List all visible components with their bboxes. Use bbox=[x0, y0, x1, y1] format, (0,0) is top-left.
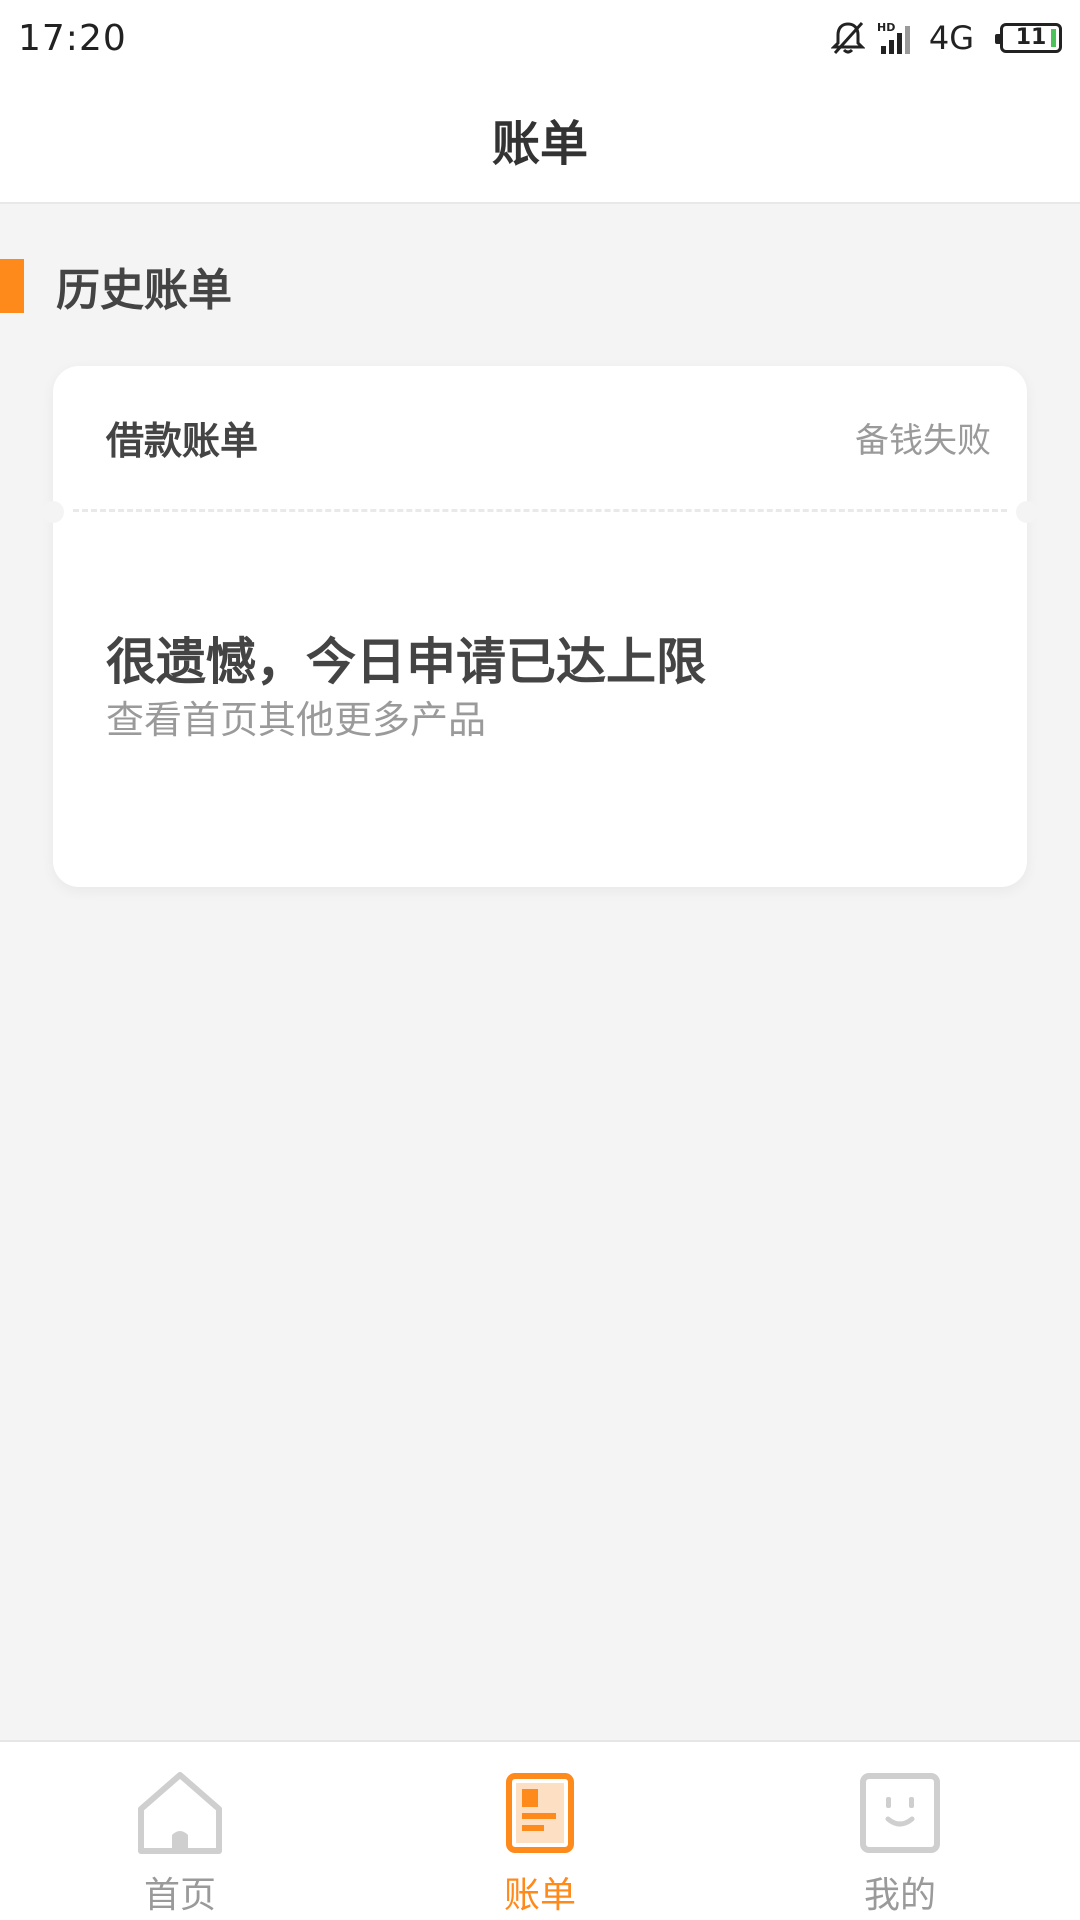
bell-muted-icon bbox=[830, 20, 865, 56]
bill-card-title: 借款账单 bbox=[106, 419, 259, 463]
bill-card-status: 备钱失败 bbox=[855, 421, 991, 461]
tab-mine[interactable]: 我的 bbox=[800, 1742, 1000, 1920]
bill-card-body: 很遗憾，今日申请已达上限 查看首页其他更多产品 bbox=[53, 512, 1027, 744]
tab-bill-label: 账单 bbox=[503, 1875, 576, 1916]
bill-card[interactable]: 借款账单 备钱失败 很遗憾，今日申请已达上限 查看首页其他更多产品 bbox=[42, 366, 1038, 887]
status-icons: HD 4G 11 bbox=[830, 19, 1062, 57]
tab-mine-label: 我的 bbox=[863, 1875, 936, 1916]
card-notch-right bbox=[1016, 501, 1038, 523]
battery-level: 11 bbox=[1015, 25, 1047, 50]
status-bar: 17:20 HD 4G 11 bbox=[0, 0, 1080, 76]
section-heading: 历史账单 bbox=[0, 258, 232, 316]
bill-card-divider bbox=[42, 501, 1038, 523]
card-notch-left bbox=[42, 501, 64, 523]
bill-icon bbox=[495, 1768, 585, 1858]
section-title: 历史账单 bbox=[56, 265, 232, 316]
bottom-tab-bar: 首页 账单 我的 bbox=[0, 1740, 1080, 1920]
smiley-face-icon bbox=[855, 1768, 945, 1858]
bill-card-message: 很遗憾，今日申请已达上限 bbox=[106, 633, 706, 691]
tab-home-label: 首页 bbox=[143, 1875, 216, 1916]
battery-icon: 11 bbox=[995, 23, 1062, 53]
nav-header: 账单 bbox=[0, 76, 1080, 204]
tab-bill[interactable]: 账单 bbox=[440, 1742, 640, 1920]
signal-icon: HD bbox=[877, 20, 917, 56]
bill-card-sub-message[interactable]: 查看首页其他更多产品 bbox=[106, 698, 974, 744]
home-icon bbox=[135, 1768, 225, 1858]
bill-card-header: 借款账单 备钱失败 bbox=[53, 366, 1027, 509]
network-type: 4G bbox=[928, 19, 974, 57]
page-title: 账单 bbox=[491, 116, 588, 172]
tab-home[interactable]: 首页 bbox=[80, 1742, 280, 1920]
status-time: 17:20 bbox=[18, 17, 127, 59]
section-accent-bar bbox=[0, 259, 24, 313]
battery-fill bbox=[1051, 29, 1056, 47]
svg-text:HD: HD bbox=[877, 21, 895, 34]
